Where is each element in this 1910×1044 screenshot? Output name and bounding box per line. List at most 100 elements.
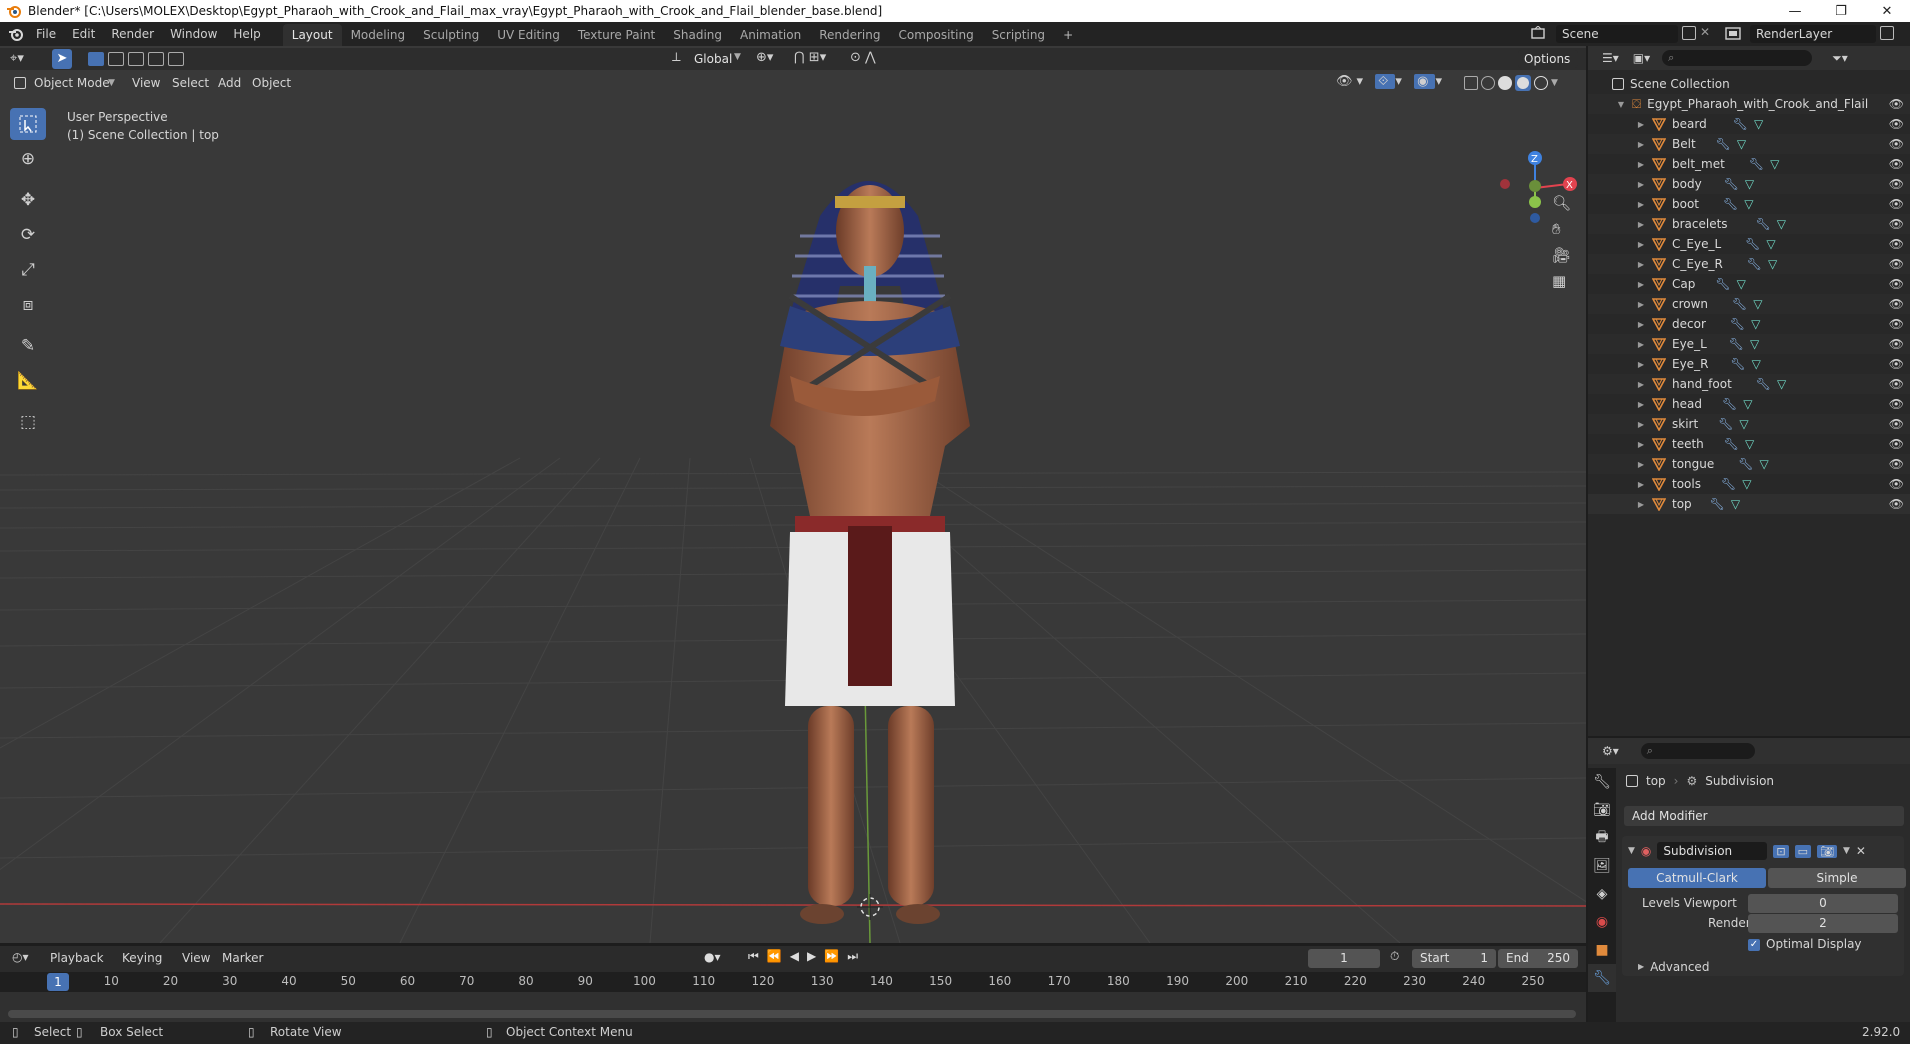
play-icon[interactable]: ▶ (807, 949, 816, 964)
simple-button[interactable]: Simple (1768, 868, 1906, 888)
mesh-data-icon[interactable]: ▽ (1745, 177, 1754, 191)
outliner-editor-icon[interactable]: ☰▾ (1602, 51, 1619, 65)
outliner-object-row[interactable]: ▶ decor 🔧︎ ▽ 👁︎ (1588, 314, 1910, 334)
output-tab-icon[interactable]: 🖶 (1588, 824, 1616, 852)
proportional-editing-icon[interactable]: ⊙ ⋀ (850, 50, 876, 65)
record-keyframe-icon[interactable]: ●▾ (704, 950, 721, 964)
view-layer-tab-icon[interactable]: 🖼︎ (1588, 852, 1616, 880)
modifier-wrench-icon[interactable]: 🔧︎ (1738, 457, 1753, 471)
select-box-tool[interactable] (10, 108, 46, 140)
menu-marker[interactable]: Marker (222, 949, 263, 967)
menu-help[interactable]: Help (225, 22, 268, 46)
modifier-wrench-icon[interactable]: 🔧︎ (1729, 337, 1744, 351)
modifier-wrench-icon[interactable]: 🔧︎ (1715, 277, 1730, 291)
annotate-tool[interactable]: ✎ (10, 330, 46, 362)
expand-triangle-icon[interactable]: ▶ (1636, 140, 1646, 149)
scene-tab-icon[interactable]: ◈ (1588, 880, 1616, 908)
expand-triangle-icon[interactable]: ▶ (1636, 180, 1646, 189)
current-frame-field[interactable]: 1 (1308, 949, 1380, 968)
outliner-object-row[interactable]: ▶ teeth 🔧︎ ▽ 👁︎ (1588, 434, 1910, 454)
new-view-layer-icon[interactable] (1880, 26, 1894, 40)
tab-rendering[interactable]: Rendering (810, 24, 889, 46)
mesh-data-icon[interactable]: ▽ (1731, 497, 1740, 511)
mesh-data-icon[interactable]: ▽ (1768, 257, 1777, 271)
modifier-name-field[interactable]: Subdivision (1657, 842, 1768, 860)
object-tab-icon[interactable]: ■ (1588, 936, 1616, 964)
mesh-data-icon[interactable]: ▽ (1750, 337, 1759, 351)
modifier-wrench-icon[interactable]: 🔧︎ (1724, 177, 1739, 191)
eye-icon[interactable]: 👁︎ (1889, 317, 1904, 331)
timeline-ruler[interactable]: 1102030405060708090100110120130140150160… (0, 972, 1586, 992)
realtime-toggle-icon[interactable]: ▭ (1794, 844, 1812, 858)
eye-icon[interactable]: 👁︎ (1889, 437, 1904, 451)
modifier-wrench-icon[interactable]: 🔧︎ (1718, 417, 1733, 431)
outliner-object-row[interactable]: ▶ top 🔧︎ ▽ 👁︎ (1588, 494, 1910, 514)
tab-compositing[interactable]: Compositing (889, 24, 982, 46)
zoom-icon[interactable]: 🔍︎ (1552, 194, 1571, 212)
outliner-search-input[interactable]: ⌕ (1662, 50, 1813, 66)
menu-timeline-view[interactable]: View (182, 949, 210, 967)
expand-triangle-icon[interactable]: ▼ (1616, 100, 1626, 109)
modifier-wrench-icon[interactable]: 🔧︎ (1716, 137, 1731, 151)
menu-playback[interactable]: Playback (50, 949, 104, 967)
jump-start-icon[interactable]: ⏮ (748, 949, 759, 964)
filter-icon[interactable]: ⏷▾ (1832, 51, 1848, 66)
mesh-data-icon[interactable]: ▽ (1745, 437, 1754, 451)
outliner-object-row[interactable]: ▶ skirt 🔧︎ ▽ 👁︎ (1588, 414, 1910, 434)
scale-tool[interactable]: ⤢ (10, 254, 46, 286)
modifier-wrench-icon[interactable]: 🔧︎ (1749, 157, 1764, 171)
modifier-wrench-icon[interactable]: 🔧︎ (1756, 217, 1771, 231)
tab-sculpting[interactable]: Sculpting (414, 24, 488, 46)
snap-icon[interactable]: ⋂ ⊞▾ (794, 50, 826, 65)
outliner-object-row[interactable]: ▶ tongue 🔧︎ ▽ 👁︎ (1588, 454, 1910, 474)
modifier-wrench-icon[interactable]: 🔧︎ (1730, 317, 1745, 331)
expand-triangle-icon[interactable]: ▶ (1636, 320, 1646, 329)
eye-icon[interactable]: 👁︎ (1889, 117, 1904, 131)
modifier-wrench-icon[interactable]: 🔧︎ (1745, 237, 1760, 251)
camera-icon[interactable]: 🎥︎ (1552, 246, 1571, 264)
tool-tab-icon[interactable]: 🔧︎ (1588, 768, 1616, 796)
eye-icon[interactable]: 👁︎ (1889, 197, 1904, 211)
outliner-object-row[interactable]: ▶ C_Eye_R 🔧︎ ▽ 👁︎ (1588, 254, 1910, 274)
outliner-object-row[interactable]: ▶ C_Eye_L 🔧︎ ▽ 👁︎ (1588, 234, 1910, 254)
expand-triangle-icon[interactable]: ▶ (1636, 500, 1646, 509)
scene-selector[interactable]: Scene (1556, 25, 1678, 43)
expand-triangle-icon[interactable]: ▶ (1636, 400, 1646, 409)
tab-animation[interactable]: Animation (731, 24, 810, 46)
add-workspace-button[interactable]: + (1054, 24, 1082, 46)
modifier-wrench-icon[interactable]: 🔧︎ (1733, 117, 1748, 131)
outliner-object-row[interactable]: ▶ boot 🔧︎ ▽ 👁︎ (1588, 194, 1910, 214)
add-modifier-button[interactable]: Add Modifier (1624, 806, 1904, 826)
close-window-button[interactable]: ✕ (1864, 0, 1910, 22)
expand-triangle-icon[interactable]: ▶ (1636, 440, 1646, 449)
selection-mode-icons[interactable] (88, 52, 184, 66)
advanced-section-toggle[interactable]: ▶ Advanced (1638, 960, 1709, 974)
expand-triangle-icon[interactable]: ▶ (1636, 280, 1646, 289)
start-frame-field[interactable]: Start 1 (1412, 949, 1496, 968)
rotate-tool[interactable]: ⟳ (10, 219, 46, 251)
modifier-wrench-icon[interactable]: 🔧︎ (1730, 357, 1745, 371)
optimal-display-checkbox[interactable]: ✓ (1748, 939, 1760, 951)
modifier-wrench-icon[interactable]: 🔧︎ (1732, 297, 1747, 311)
tab-shading[interactable]: Shading (664, 24, 731, 46)
pan-hand-icon[interactable]: ✋︎ (1552, 220, 1571, 238)
outliner-object-row[interactable]: ▶ bracelets 🔧︎ ▽ 👁︎ (1588, 214, 1910, 234)
mesh-data-icon[interactable]: ▽ (1777, 217, 1786, 231)
tab-modeling[interactable]: Modeling (342, 24, 415, 46)
eye-icon[interactable]: 👁︎ (1889, 357, 1904, 371)
eye-icon[interactable]: 👁︎ (1889, 497, 1904, 511)
levels-viewport-field[interactable]: 0 (1748, 894, 1898, 913)
outliner-object-row[interactable]: ▶ beard 🔧︎ ▽ 👁︎ (1588, 114, 1910, 134)
tab-texture-paint[interactable]: Texture Paint (569, 24, 664, 46)
modifier-wrench-icon[interactable]: 🔧︎ (1722, 397, 1737, 411)
modifier-wrench-icon[interactable]: 🔧︎ (1710, 497, 1725, 511)
eye-icon[interactable]: 👁︎ (1889, 257, 1904, 271)
expand-triangle-icon[interactable]: ▶ (1636, 240, 1646, 249)
menu-edit[interactable]: Edit (64, 22, 103, 46)
expand-triangle-icon[interactable]: ▶ (1636, 460, 1646, 469)
expand-triangle-icon[interactable]: ▶ (1636, 260, 1646, 269)
editor-type-icon[interactable]: ⌖▾ (10, 51, 24, 66)
modifier-wrench-icon[interactable]: 🔧︎ (1721, 477, 1736, 491)
delete-scene-icon[interactable]: ✕ (1700, 25, 1710, 39)
visibility-toggle-icons[interactable]: 👁▾ ⟐ ▾ ◉ ▾ (1336, 74, 1446, 89)
